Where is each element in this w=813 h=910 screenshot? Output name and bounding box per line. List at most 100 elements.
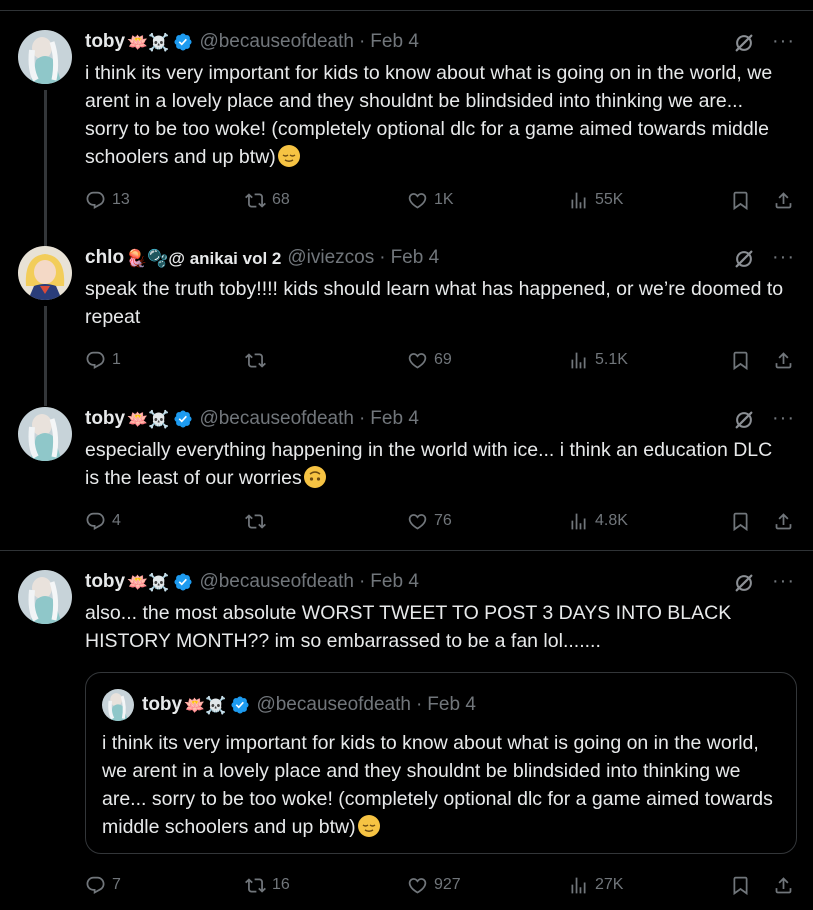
thread-line	[44, 306, 47, 406]
grok-icon[interactable]	[733, 409, 755, 431]
user-handle[interactable]: @becauseofdeath	[199, 571, 354, 593]
reply-button[interactable]: 13	[85, 188, 130, 212]
display-name[interactable]: toby	[85, 571, 125, 593]
heart-icon	[407, 190, 428, 211]
like-count: 69	[434, 351, 452, 368]
more-options-icon[interactable]: ···	[772, 407, 795, 429]
like-button[interactable]: 1K	[407, 188, 454, 212]
tweet-date[interactable]: Feb 4	[370, 31, 419, 53]
share-icon	[773, 350, 794, 371]
avatar[interactable]	[18, 570, 72, 624]
view-count: 27K	[595, 876, 624, 893]
views-icon	[568, 511, 589, 532]
quoted-tweet[interactable]: toby 🪷☠️ @becauseofdeath · Feb 4 i think…	[85, 672, 797, 854]
name-emoji: 🪷☠️	[127, 32, 170, 52]
tweet-actions: 1 69 5.1K	[85, 348, 797, 372]
avatar[interactable]	[18, 246, 72, 300]
tweet-date[interactable]: Feb 4	[370, 571, 419, 593]
bookmark-button[interactable]	[730, 509, 751, 533]
bookmark-icon	[730, 511, 751, 532]
views-button[interactable]: 55K	[568, 188, 623, 212]
tweet-actions: 4 76 4.8K	[85, 509, 797, 533]
user-handle[interactable]: @becauseofdeath	[199, 31, 354, 53]
repost-button[interactable]	[245, 509, 272, 533]
verified-badge-icon	[173, 572, 193, 592]
grok-icon[interactable]	[733, 572, 755, 594]
like-button[interactable]: 69	[407, 348, 452, 372]
views-button[interactable]: 27K	[568, 873, 623, 897]
reply-button[interactable]: 4	[85, 509, 121, 533]
avatar[interactable]	[18, 30, 72, 84]
share-button[interactable]	[773, 509, 794, 533]
more-options-icon[interactable]: ···	[772, 30, 795, 52]
reply-button[interactable]: 7	[85, 873, 121, 897]
tweet-header: chlo 🪼🫧@ anikai vol 2 @iviezcos · Feb 4	[85, 246, 439, 270]
reply-count: 7	[112, 876, 121, 893]
share-button[interactable]	[773, 348, 794, 372]
user-handle[interactable]: @iviezcos	[287, 247, 374, 269]
quoted-text: i think its very important for kids to k…	[102, 729, 782, 841]
repost-button[interactable]: 16	[245, 873, 290, 897]
share-icon	[773, 190, 794, 211]
share-button[interactable]	[773, 873, 794, 897]
more-options-icon[interactable]: ···	[772, 570, 795, 592]
user-handle[interactable]: @becauseofdeath	[199, 408, 354, 430]
quoted-date: Feb 4	[427, 694, 476, 715]
more-options-icon[interactable]: ···	[772, 246, 795, 268]
reply-icon	[85, 875, 106, 896]
quoted-display-name: toby	[142, 694, 183, 715]
tweet-actions: 7 16 927 27K	[85, 873, 797, 897]
tweet-actions: 13 68 1K 55K	[85, 188, 797, 212]
grok-icon[interactable]	[733, 248, 755, 270]
relieved-face-emoji	[357, 815, 380, 837]
reply-icon	[85, 190, 106, 211]
reply-icon	[85, 511, 106, 532]
views-icon	[568, 190, 589, 211]
bookmark-button[interactable]	[730, 873, 751, 897]
quoted-name-emoji: 🪷☠️	[184, 695, 227, 715]
verified-badge-icon	[230, 695, 250, 715]
bookmark-button[interactable]	[730, 188, 751, 212]
display-name[interactable]: toby	[85, 408, 125, 430]
repost-icon	[245, 350, 266, 371]
like-count: 927	[434, 876, 461, 893]
tweet-date[interactable]: Feb 4	[370, 408, 419, 430]
repost-button[interactable]: 68	[245, 188, 290, 212]
repost-icon	[245, 190, 266, 211]
repost-count: 16	[272, 876, 290, 893]
heart-icon	[407, 511, 428, 532]
avatar[interactable]	[18, 407, 72, 461]
separator-dot: ·	[415, 694, 423, 715]
views-button[interactable]: 5.1K	[568, 348, 628, 372]
like-button[interactable]: 76	[407, 509, 452, 533]
quoted-text-content: i think its very important for kids to k…	[102, 732, 773, 838]
reply-count: 13	[112, 191, 130, 208]
tweet-text: especially everything happening in the w…	[85, 436, 790, 492]
reply-count: 1	[112, 351, 121, 368]
display-name[interactable]: toby	[85, 31, 125, 53]
bookmark-button[interactable]	[730, 348, 751, 372]
bookmark-icon	[730, 875, 751, 896]
name-emoji: 🪼🫧@ anikai vol 2	[126, 248, 282, 268]
repost-icon	[245, 511, 266, 532]
views-icon	[568, 350, 589, 371]
like-count: 1K	[434, 191, 454, 208]
share-icon	[773, 511, 794, 532]
section-divider	[0, 550, 813, 551]
display-name[interactable]: chlo	[85, 247, 124, 269]
repost-icon	[245, 875, 266, 896]
repost-button[interactable]	[245, 348, 272, 372]
tweet-text-content: especially everything happening in the w…	[85, 439, 773, 489]
tweet-date[interactable]: Feb 4	[391, 247, 440, 269]
thread-line	[44, 90, 47, 268]
views-button[interactable]: 4.8K	[568, 509, 628, 533]
bookmark-icon	[730, 350, 751, 371]
tweet-header: toby 🪷☠️ @becauseofdeath · Feb 4	[85, 570, 419, 594]
tweet-header: toby 🪷☠️ @becauseofdeath · Feb 4	[85, 407, 419, 431]
grok-icon[interactable]	[733, 32, 755, 54]
reply-button[interactable]: 1	[85, 348, 121, 372]
share-icon	[773, 875, 794, 896]
share-button[interactable]	[773, 188, 794, 212]
tweet-text: speak the truth toby!!!! kids should lea…	[85, 278, 784, 328]
like-button[interactable]: 927	[407, 873, 461, 897]
